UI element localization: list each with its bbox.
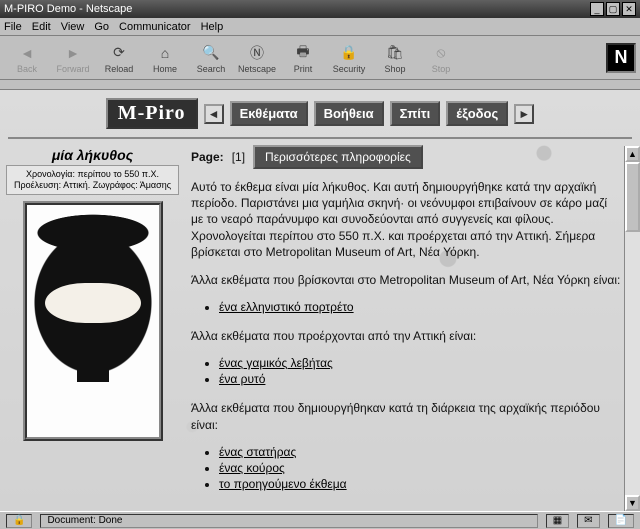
scroll-thumb[interactable] <box>625 162 640 232</box>
status-bar: 🔒 Document: Done ▦ ✉ 📄 <box>0 511 640 529</box>
browser-toolbar: ◄Back►Forward⟳Reload⌂Home🔍SearchⓃNetscap… <box>0 36 640 80</box>
forward-icon: ► <box>62 42 84 64</box>
toolbar-security-button[interactable]: 🔒Security <box>326 42 372 74</box>
toolbar-label: Back <box>17 64 37 74</box>
nav-prev-button[interactable]: ◄ <box>204 104 224 124</box>
home-icon: ⌂ <box>154 42 176 64</box>
list-item: ένας γαμικός λεβήτας <box>219 356 622 370</box>
scroll-up-icon[interactable]: ▲ <box>625 146 640 162</box>
toolbar-stop-button: ⦸Stop <box>418 42 464 74</box>
related-period-list: ένας στατήρας ένας κούρος το προηγούμενο… <box>219 445 622 491</box>
list-item: ένα ρυτό <box>219 372 622 386</box>
toolbar-label: Print <box>294 64 313 74</box>
menu-edit[interactable]: Edit <box>32 21 51 33</box>
related-link[interactable]: ένα ελληνιστικό πορτρέτο <box>219 300 354 314</box>
menu-help[interactable]: Help <box>201 21 224 33</box>
toolbar-print-button[interactable]: 🖶Print <box>280 42 326 74</box>
object-image <box>23 201 163 441</box>
vertical-scrollbar[interactable]: ▲ ▼ <box>624 146 640 511</box>
object-meta: Χρονολογία: περίπου το 550 π.Χ. Προέλευσ… <box>6 165 179 195</box>
list-item: ένας κούρος <box>219 461 622 475</box>
page-label: Page: <box>191 150 224 164</box>
security-icon: 🔒 <box>338 42 360 64</box>
nav-voitheia-button[interactable]: Βοήθεια <box>314 101 384 126</box>
object-panel: μία λήκυθος Χρονολογία: περίπου το 550 π… <box>0 139 185 504</box>
related-location-heading: Άλλα εκθέματα που βρίσκονται στο Metropo… <box>191 272 622 288</box>
description-paragraph-1: Αυτό το έκθεμα είναι μία λήκυθος. Και αυ… <box>191 179 622 260</box>
toolbar-label: Forward <box>56 64 89 74</box>
menu-file[interactable]: File <box>4 21 22 33</box>
toolbar-label: Stop <box>432 64 451 74</box>
toolbar-back-button: ◄Back <box>4 42 50 74</box>
toolbar-label: Home <box>153 64 177 74</box>
location-bar-strip <box>0 80 640 90</box>
related-link[interactable]: ένα ρυτό <box>219 372 265 386</box>
menu-communicator[interactable]: Communicator <box>119 21 191 33</box>
nav-next-button[interactable]: ► <box>514 104 534 124</box>
object-title: μία λήκυθος <box>6 147 179 163</box>
related-period-heading: Άλλα εκθέματα που δημιουργήθηκαν κατά τη… <box>191 400 622 432</box>
nav-exodos-button[interactable]: έξοδος <box>446 101 508 126</box>
status-text: Document: Done <box>40 514 537 528</box>
search-icon: 🔍 <box>200 42 222 64</box>
menu-bar: File Edit View Go Communicator Help <box>0 18 640 36</box>
toolbar-shop-button[interactable]: 🛍Shop <box>372 42 418 74</box>
scroll-down-icon[interactable]: ▼ <box>625 495 640 511</box>
scroll-track[interactable] <box>625 232 640 495</box>
list-item: ένας στατήρας <box>219 445 622 459</box>
back-icon: ◄ <box>16 42 38 64</box>
page-content: M-Piro ◄ Εκθέματα Βοήθεια Σπίτι έξοδος ►… <box>0 90 640 511</box>
related-origin-heading: Άλλα εκθέματα που προέρχονται από την Ατ… <box>191 328 622 344</box>
more-info-button[interactable]: Περισσότερες πληροφορίες <box>253 145 423 169</box>
toolbar-search-button[interactable]: 🔍Search <box>188 42 234 74</box>
toolbar-label: Security <box>333 64 366 74</box>
window-title: M-PIRO Demo - Netscape <box>4 3 132 15</box>
related-link[interactable]: ένας κούρος <box>219 461 285 475</box>
list-item: ένα ελληνιστικό πορτρέτο <box>219 300 622 314</box>
netscape-logo-icon: N <box>606 43 636 73</box>
toolbar-netscape-button[interactable]: ⓃNetscape <box>234 42 280 74</box>
page-indicator-row: Page: [1] Περισσότερες πληροφορίες <box>191 145 622 169</box>
minimize-button[interactable]: _ <box>590 2 604 16</box>
related-origin-list: ένας γαμικός λεβήτας ένα ρυτό <box>219 356 622 386</box>
status-component-icon: ✉ <box>577 514 599 528</box>
app-logo: M-Piro <box>106 98 198 129</box>
toolbar-home-button[interactable]: ⌂Home <box>142 42 188 74</box>
related-link[interactable]: το προηγούμενο έκθεμα <box>219 477 347 491</box>
toolbar-label: Search <box>197 64 226 74</box>
app-nav: M-Piro ◄ Εκθέματα Βοήθεια Σπίτι έξοδος ► <box>0 90 640 137</box>
menu-view[interactable]: View <box>61 21 85 33</box>
status-component-icon: ▦ <box>546 514 569 528</box>
list-item: το προηγούμενο έκθεμα <box>219 477 622 491</box>
netscape-icon: Ⓝ <box>246 42 268 64</box>
related-link[interactable]: ένας στατήρας <box>219 445 296 459</box>
menu-go[interactable]: Go <box>94 21 109 33</box>
related-link[interactable]: ένας γαμικός λεβήτας <box>219 356 333 370</box>
toolbar-label: Shop <box>384 64 405 74</box>
related-location-list: ένα ελληνιστικό πορτρέτο <box>219 300 622 314</box>
shop-icon: 🛍 <box>384 42 406 64</box>
toolbar-forward-button: ►Forward <box>50 42 96 74</box>
page-number: [1] <box>232 150 245 164</box>
toolbar-label: Netscape <box>238 64 276 74</box>
print-icon: 🖶 <box>292 42 314 64</box>
nav-spiti-button[interactable]: Σπίτι <box>390 101 441 126</box>
maximize-button[interactable]: ▢ <box>606 2 620 16</box>
close-button[interactable]: ✕ <box>622 2 636 16</box>
description-panel: Page: [1] Περισσότερες πληροφορίες Αυτό … <box>185 139 640 504</box>
nav-ekthemata-button[interactable]: Εκθέματα <box>230 101 308 126</box>
toolbar-reload-button[interactable]: ⟳Reload <box>96 42 142 74</box>
window-titlebar: M-PIRO Demo - Netscape _ ▢ ✕ <box>0 0 640 18</box>
reload-icon: ⟳ <box>108 42 130 64</box>
status-component-icon: 📄 <box>608 514 634 528</box>
toolbar-label: Reload <box>105 64 134 74</box>
stop-icon: ⦸ <box>430 42 452 64</box>
status-security-icon: 🔒 <box>6 514 32 528</box>
